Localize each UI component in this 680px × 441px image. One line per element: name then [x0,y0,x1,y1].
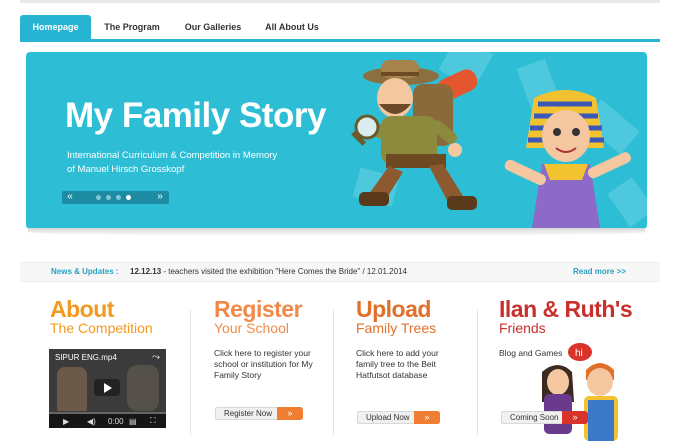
news-label: News & Updates : [51,267,119,276]
register-subtitle: Your School [214,320,289,336]
settings-icon[interactable]: ▤ [129,417,137,426]
arrow-right-icon: » [562,411,588,424]
banner-subtitle: International Curriculum & Competition i… [67,150,278,175]
video-scene-figure [127,365,159,411]
tab-the-program[interactable]: The Program [100,15,164,39]
video-scene-figure [57,367,87,411]
hero-banner[interactable]: My Family Story International Curriculum… [26,52,647,229]
video-control-bar: ▶ ◀) 0:00 ▤ ⛶ [49,414,166,428]
about-title[interactable]: About [50,296,114,323]
video-player[interactable]: SIPUR ENG.mp4 ⤳ ▶ ◀) 0:00 ▤ ⛶ [49,349,166,428]
slider-dot-1[interactable] [96,195,101,200]
nav-underline [20,39,660,42]
main-nav: Homepage The Program Our Galleries All A… [20,15,660,42]
banner-title: My Family Story [65,96,326,135]
register-now-button[interactable]: Register Now» [215,407,303,420]
upload-description: Click here to add your family tree to th… [356,348,439,380]
upload-now-button[interactable]: Upload Now» [357,411,440,424]
coming-soon-button[interactable]: Coming Soon» [501,411,588,424]
column-divider [190,310,191,435]
friends-subtitle: Friends [499,320,546,336]
column-divider [477,310,478,435]
explorer-illustration [351,60,478,210]
pharaoh-girl-illustration [504,90,631,228]
upload-title[interactable]: Upload [356,296,431,323]
news-bar: News & Updates : 12.12.13 - teachers vis… [20,262,660,282]
fullscreen-icon[interactable]: ⛶ [150,416,156,426]
video-title: SIPUR ENG.mp4 [55,353,117,362]
arrow-right-icon: » [277,407,303,420]
slider-dot-2[interactable] [106,195,111,200]
news-item[interactable]: 12.12.13 - teachers visited the exhibiti… [130,267,407,276]
play-icon[interactable] [94,379,120,396]
slider-dot-3[interactable] [116,195,121,200]
tab-our-galleries[interactable]: Our Galleries [181,15,245,39]
read-more-link[interactable]: Read more >> [573,267,626,276]
arrow-right-icon: » [414,411,440,424]
register-title[interactable]: Register [214,296,303,323]
hi-bubble-text: hi [575,348,583,359]
banner-slider-controls: « » [62,191,169,204]
video-time: 0:00 [108,417,124,426]
slider-prev-button[interactable]: « [64,191,76,204]
slider-next-button[interactable]: » [154,191,166,204]
friends-title[interactable]: Ilan & Ruth's [499,296,633,323]
slider-dot-4[interactable] [126,195,131,200]
register-description: Click here to register your school or in… [214,348,313,380]
about-subtitle: The Competition [50,320,153,336]
tab-all-about-us[interactable]: All About Us [261,15,323,39]
tab-homepage[interactable]: Homepage [20,15,91,39]
volume-icon[interactable]: ◀) [87,417,96,426]
upload-subtitle: Family Trees [356,320,437,336]
play-small-icon[interactable]: ▶ [63,417,69,426]
share-icon[interactable]: ⤳ [152,352,160,363]
column-divider [333,310,334,435]
kids-illustration: hi [542,343,618,441]
banner-shadow [28,228,645,236]
top-strip [20,0,660,3]
